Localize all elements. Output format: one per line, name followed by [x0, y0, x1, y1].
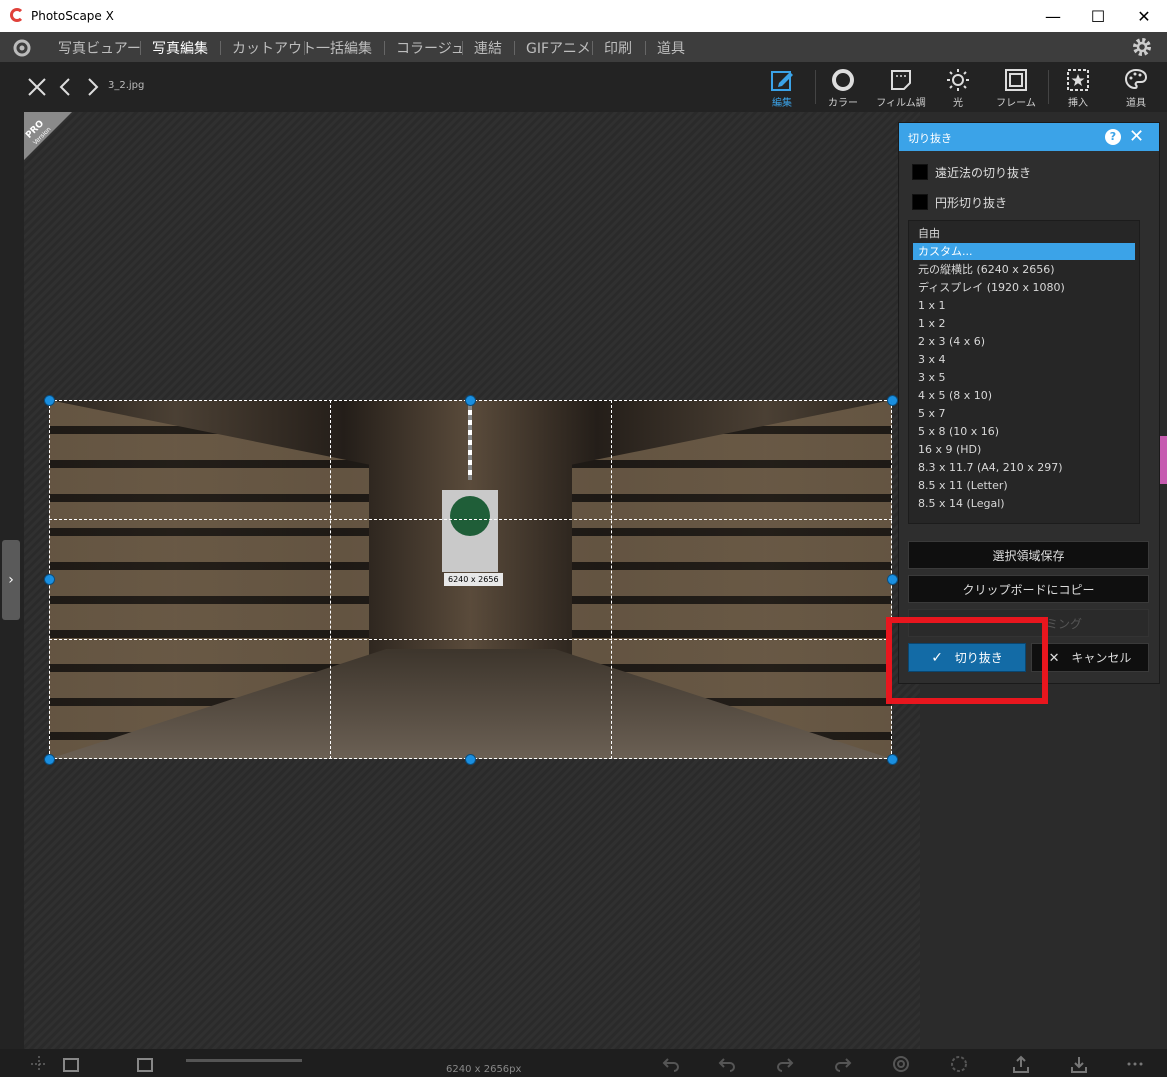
- crop-size-label: 6240 x 2656: [444, 573, 503, 586]
- cancel-button[interactable]: ✕ キャンセル: [1031, 643, 1149, 672]
- crop-handle-bottom[interactable]: [465, 754, 476, 765]
- tools-icon: [1124, 68, 1148, 90]
- circle-crop-label: 円形切り抜き: [935, 196, 1008, 210]
- expand-left-panel-button[interactable]: ›: [2, 540, 20, 620]
- bottom-toolbar: 6240 x 2656px: [0, 1049, 1167, 1077]
- menu-combine[interactable]: 連結: [474, 38, 502, 58]
- editor-toolbar: 3_2.jpg 編集 カラー フィルム調 光 フレーム 挿入 道具: [0, 62, 1167, 112]
- redo-all-icon[interactable]: [834, 1055, 852, 1073]
- chevron-left-icon[interactable]: [55, 76, 77, 98]
- tool-edit[interactable]: 編集: [752, 66, 812, 109]
- tool-tools[interactable]: 道具: [1106, 66, 1166, 109]
- frame-icon: [1005, 69, 1027, 91]
- tool-frame[interactable]: フレーム: [986, 66, 1046, 109]
- image-dimensions: 6240 x 2656px: [446, 1064, 522, 1075]
- close-icon[interactable]: [26, 76, 48, 98]
- film-icon: [891, 70, 911, 90]
- perspective-crop-checkbox[interactable]: [912, 164, 928, 180]
- list-item[interactable]: 4 x 5 (8 x 10): [913, 387, 1135, 404]
- list-item[interactable]: 5 x 8 (10 x 16): [913, 423, 1135, 440]
- home-icon[interactable]: [12, 38, 32, 58]
- compare-icon[interactable]: [892, 1055, 910, 1073]
- tool-film[interactable]: フィルム調: [871, 66, 931, 109]
- grid-icon[interactable]: [30, 1055, 48, 1073]
- aspect-ratio-list[interactable]: 自由 カスタム... 元の縦横比 (6240 x 2656) ディスプレイ (1…: [908, 220, 1140, 524]
- zoom-slider[interactable]: [186, 1059, 302, 1062]
- tool-insert[interactable]: 挿入: [1048, 66, 1108, 109]
- close-window-button[interactable]: ✕: [1121, 0, 1167, 32]
- menu-tools[interactable]: 道具: [657, 38, 685, 58]
- crop-handle-top-right[interactable]: [887, 395, 898, 406]
- tool-light[interactable]: 光: [928, 66, 988, 109]
- actual-size-icon[interactable]: [136, 1055, 154, 1073]
- close-icon: ✕: [1048, 651, 1060, 666]
- crop-handle-left[interactable]: [44, 574, 55, 585]
- file-name: 3_2.jpg: [108, 80, 145, 91]
- menu-collage[interactable]: コラージュ: [396, 38, 465, 58]
- menu-gif[interactable]: GIFアニメ: [526, 38, 591, 58]
- crop-handle-right[interactable]: [887, 574, 898, 585]
- light-icon: [947, 69, 969, 91]
- menu-photo-editor[interactable]: 写真編集: [152, 38, 208, 58]
- list-item[interactable]: 自由: [913, 225, 1135, 242]
- list-item[interactable]: 5 x 7: [913, 405, 1135, 422]
- menu-print[interactable]: 印刷: [604, 38, 632, 58]
- undo-icon[interactable]: [718, 1055, 736, 1073]
- fit-icon[interactable]: [62, 1055, 80, 1073]
- copy-clipboard-button[interactable]: クリップボードにコピー: [908, 575, 1149, 603]
- auto-trim-button[interactable]: ミング: [908, 609, 1149, 637]
- window-title: PhotoScape X: [31, 9, 114, 23]
- list-item[interactable]: 2 x 3 (4 x 6): [913, 333, 1135, 350]
- insert-icon: [1067, 69, 1089, 91]
- edit-icon: [771, 71, 793, 91]
- list-item[interactable]: 元の縦横比 (6240 x 2656): [913, 261, 1135, 278]
- menu-photo-viewer[interactable]: 写真ビュアー: [58, 38, 141, 58]
- crop-handle-top-left[interactable]: [44, 395, 55, 406]
- list-item[interactable]: カスタム...: [913, 243, 1135, 260]
- more-icon[interactable]: [1126, 1055, 1144, 1073]
- revert-icon[interactable]: [950, 1055, 968, 1073]
- circle-crop-checkbox[interactable]: [912, 194, 928, 210]
- color-icon: [832, 69, 854, 91]
- app-logo-icon: [10, 8, 24, 22]
- chevron-right-icon[interactable]: [81, 76, 103, 98]
- save-icon[interactable]: [1070, 1055, 1088, 1073]
- save-selection-button[interactable]: 選択領域保存: [908, 541, 1149, 569]
- share-icon[interactable]: [1012, 1055, 1030, 1073]
- list-item[interactable]: 16 x 9 (HD): [913, 441, 1135, 458]
- title-bar: PhotoScape X — ☐ ✕: [0, 0, 1167, 32]
- check-icon: ✓: [931, 650, 943, 666]
- crop-handle-bottom-left[interactable]: [44, 754, 55, 765]
- list-item[interactable]: 8.5 x 11 (Letter): [913, 477, 1135, 494]
- minimize-button[interactable]: —: [1030, 0, 1076, 32]
- crop-panel-title: 切り抜き: [908, 132, 952, 145]
- tool-color[interactable]: カラー: [813, 66, 873, 109]
- gear-icon[interactable]: [1131, 36, 1153, 58]
- menu-batch[interactable]: 一括編集: [316, 38, 372, 58]
- undo-all-icon[interactable]: [662, 1055, 680, 1073]
- list-item[interactable]: 1 x 1: [913, 297, 1135, 314]
- crop-panel: 切り抜き ? ✕ 遠近法の切り抜き 円形切り抜き 自由 カスタム... 元の縦横…: [898, 122, 1160, 684]
- maximize-button[interactable]: ☐: [1075, 0, 1121, 32]
- list-item[interactable]: 3 x 4: [913, 351, 1135, 368]
- crop-handle-top[interactable]: [465, 395, 476, 406]
- crop-button[interactable]: ✓ 切り抜き: [908, 643, 1026, 672]
- main-menu-bar: 写真ビュアー 写真編集 カットアウト 一括編集 コラージュ 連結 GIFアニメ …: [0, 32, 1167, 62]
- list-item[interactable]: 8.3 x 11.7 (A4, 210 x 297): [913, 459, 1135, 476]
- redo-icon[interactable]: [776, 1055, 794, 1073]
- list-item[interactable]: 3 x 5: [913, 369, 1135, 386]
- pro-badge: PRO Version: [24, 112, 72, 160]
- close-panel-icon[interactable]: ✕: [1129, 126, 1144, 147]
- list-item[interactable]: 8.5 x 14 (Legal): [913, 495, 1135, 512]
- list-item[interactable]: 1 x 2: [913, 315, 1135, 332]
- list-item[interactable]: ディスプレイ (1920 x 1080): [913, 279, 1135, 296]
- perspective-crop-label: 遠近法の切り抜き: [935, 166, 1032, 180]
- crop-handle-bottom-right[interactable]: [887, 754, 898, 765]
- crop-panel-header: 切り抜き ? ✕: [899, 123, 1159, 151]
- help-icon[interactable]: ?: [1105, 129, 1121, 145]
